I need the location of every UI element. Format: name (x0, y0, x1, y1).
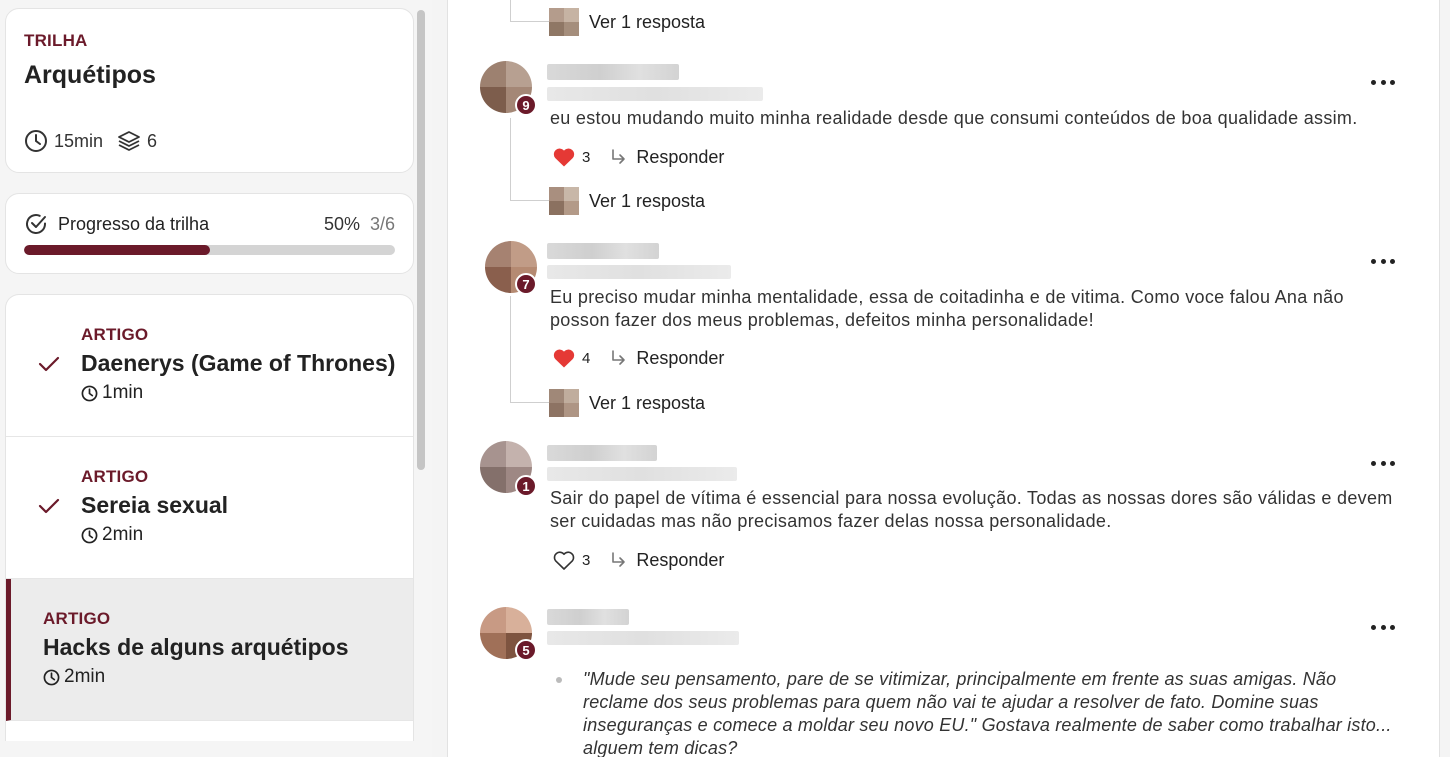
lesson-title: Daenerys (Game of Thrones) (81, 350, 396, 376)
lesson-duration-text: 1min (102, 382, 144, 403)
reply-arrow-icon (610, 148, 628, 166)
trail-sidebar: TRILHA Arquétipos 15min 6 Progresso da t… (0, 0, 432, 757)
author-subtitle (547, 265, 731, 279)
lesson-title: Hacks de alguns arquétipos (43, 634, 349, 660)
trail-duration: 15min (54, 130, 104, 151)
lesson-item-hacks[interactable]: ARTIGO Hacks de alguns arquétipos 2min (6, 579, 413, 721)
author-name (547, 609, 629, 625)
clock-icon (81, 385, 98, 402)
comment-text: eu estou mudando muito minha realidade d… (550, 108, 1358, 128)
clock-icon (43, 669, 60, 686)
progress-label: Progresso da trilha (58, 213, 210, 234)
progress-bar-fill (24, 245, 210, 255)
check-circle-icon (24, 212, 48, 236)
author-subtitle (547, 87, 763, 101)
reply-avatar (549, 8, 579, 36)
author-subtitle (547, 631, 739, 645)
view-replies-label: Ver 1 resposta (589, 392, 706, 413)
lesson-type: ARTIGO (43, 609, 111, 628)
comment-text: Sair do papel de vítima é essencial para… (550, 488, 1393, 531)
check-icon (38, 353, 60, 375)
trail-lessons-count: 6 (147, 130, 158, 151)
comment-actions: 4 Responder (552, 347, 724, 369)
level-badge: 1 (515, 475, 537, 497)
more-options-icon[interactable] (1371, 72, 1395, 92)
reply-button[interactable]: Responder (636, 147, 724, 168)
sidebar-bottom (0, 741, 432, 757)
comment-text: Eu preciso mudar minha mentalidade, essa… (550, 287, 1344, 330)
thread-line (510, 118, 511, 200)
reply-arrow-icon (610, 551, 628, 569)
progress-header: Progresso da trilha 50% 3/6 (24, 212, 395, 236)
comment-actions: 3 Responder (552, 549, 724, 571)
comment-quote: "Mude seu pensamento, pare de se vitimiz… (583, 669, 1392, 757)
author-subtitle (547, 467, 737, 481)
clock-icon (81, 527, 98, 544)
reply-avatar (549, 389, 579, 417)
lesson-item-daenerys[interactable]: ARTIGO Daenerys (Game of Thrones) 1min (6, 295, 413, 437)
lesson-duration-text: 2min (64, 666, 106, 687)
thread-line (510, 200, 550, 201)
reply-button[interactable]: Responder (636, 348, 724, 369)
thread-line (510, 0, 511, 21)
list-bullet (556, 677, 562, 683)
more-options-icon[interactable] (1371, 251, 1395, 271)
heart-outline-icon[interactable] (552, 549, 576, 571)
author-name (547, 445, 657, 461)
more-options-icon[interactable] (1371, 617, 1395, 637)
lesson-type: ARTIGO (81, 467, 149, 486)
heart-filled-icon[interactable] (552, 146, 576, 168)
trail-info-card: TRILHA Arquétipos 15min 6 (5, 8, 414, 173)
sidebar-scrollbar[interactable] (417, 10, 425, 470)
progress-fraction: 3/6 (369, 213, 395, 234)
heart-filled-icon[interactable] (552, 347, 576, 369)
thread-line (510, 402, 550, 403)
author-name (547, 64, 679, 80)
like-count: 3 (582, 148, 591, 166)
reply-avatar (549, 187, 579, 215)
lesson-duration: 2min (81, 524, 143, 546)
comment-actions: 3 Responder (552, 146, 724, 168)
lesson-title: Sereia sexual (81, 492, 229, 518)
like-count: 3 (582, 551, 591, 569)
level-badge: 7 (515, 273, 537, 295)
lesson-type: ARTIGO (81, 325, 149, 344)
like-count: 4 (582, 349, 591, 367)
thread-line (510, 21, 550, 22)
view-replies-label: Ver 1 resposta (589, 11, 706, 32)
lesson-duration: 1min (81, 382, 143, 404)
clock-icon (24, 129, 48, 153)
check-icon (38, 495, 60, 517)
thread-line (510, 296, 511, 402)
trail-title: Arquétipos (24, 61, 156, 89)
page-edge (1441, 0, 1450, 757)
lesson-item-sereia[interactable]: ARTIGO Sereia sexual 2min (6, 437, 413, 579)
reply-arrow-icon (610, 349, 628, 367)
progress-card: Progresso da trilha 50% 3/6 (5, 193, 414, 274)
trail-eyebrow: TRILHA (24, 31, 88, 50)
lesson-list: ARTIGO Daenerys (Game of Thrones) 1min A… (5, 294, 414, 744)
view-replies-label: Ver 1 resposta (589, 190, 706, 211)
lesson-duration-text: 2min (102, 524, 144, 545)
trail-meta: 15min 6 (24, 129, 157, 153)
reply-button[interactable]: Responder (636, 550, 724, 571)
layers-icon (117, 129, 141, 153)
progress-percent: 50% (323, 213, 360, 234)
author-name (547, 243, 659, 259)
lesson-duration: 2min (43, 666, 105, 688)
more-options-icon[interactable] (1371, 453, 1395, 473)
progress-bar (24, 245, 395, 255)
level-badge: 5 (515, 639, 537, 661)
view-replies-link[interactable]: Ver 1 resposta (549, 8, 705, 36)
view-replies-link[interactable]: Ver 1 resposta (549, 187, 705, 215)
view-replies-link[interactable]: Ver 1 resposta (549, 389, 705, 417)
comments-panel: Ver 1 resposta 9 eu estou mudando muito … (447, 0, 1440, 757)
level-badge: 9 (515, 94, 537, 116)
